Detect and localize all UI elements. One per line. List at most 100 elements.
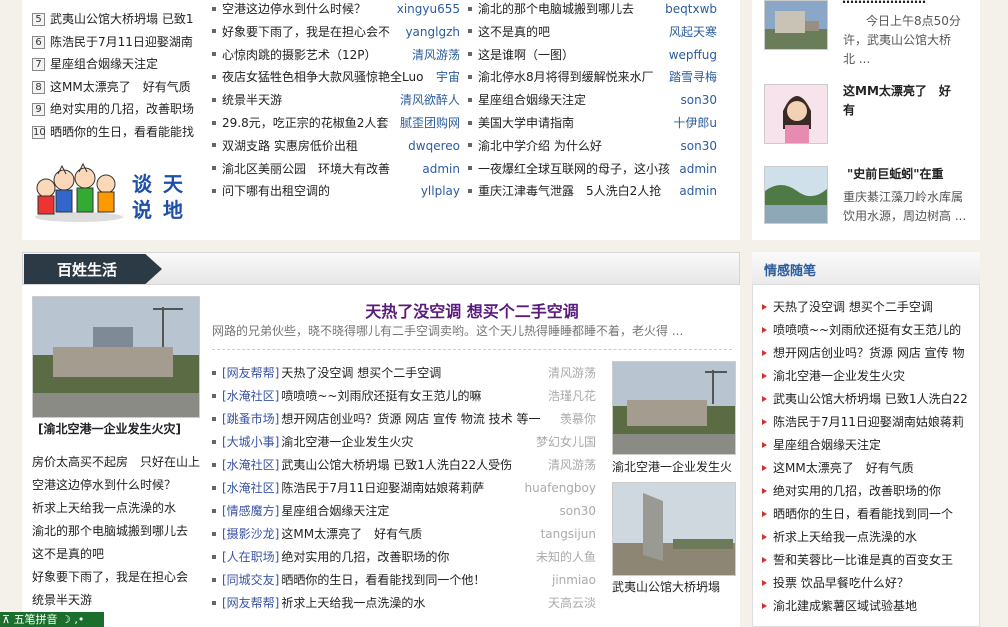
- left-list-item[interactable]: 渝北的那个电脑城搬到哪儿去: [32, 520, 204, 542]
- left-list-item[interactable]: 好象要下雨了，我是在担心会: [32, 566, 204, 588]
- topic-item[interactable]: [水淹社区] 喷喷喷~~刘雨欣还挺有女王范儿的嘛 浩瑾凡花: [212, 385, 596, 407]
- topic-user[interactable]: tangsijun: [534, 523, 596, 545]
- baixing-headline[interactable]: 天热了没空调 想买个二手空调: [212, 298, 732, 322]
- bridge-side-photo[interactable]: [612, 482, 736, 576]
- qinggan-item[interactable]: 祈求上天给我一点洗澡的水: [762, 526, 974, 548]
- forum-item[interactable]: 渝北中学介绍 为什么好 son30: [468, 135, 717, 157]
- topic-category[interactable]: [网友帮帮]: [222, 596, 279, 610]
- qinggan-item[interactable]: 这MM太漂亮了 好有气质: [762, 457, 974, 479]
- bridge-thumb[interactable]: [764, 0, 828, 50]
- forum-item-user[interactable]: 十伊郎u: [673, 112, 717, 134]
- qinggan-item[interactable]: 天热了没空调 想买个二手空调: [762, 296, 974, 318]
- topic-user[interactable]: 羡慕你: [553, 408, 596, 430]
- topic-item[interactable]: [情感魔方] 星座组合姻缘天注定 son30: [212, 500, 596, 522]
- forum-item-user[interactable]: admin: [422, 158, 460, 180]
- topic-user[interactable]: 天高云淡: [541, 592, 596, 614]
- left-list-item[interactable]: 房价太高买不起房 只好在山上: [32, 451, 204, 473]
- forum-item[interactable]: 统景半天游 清风欲醉人: [212, 89, 460, 111]
- topic-category[interactable]: [人在职场]: [222, 550, 279, 564]
- forum-item-user[interactable]: admin: [679, 180, 717, 202]
- girl-thumb[interactable]: [764, 84, 828, 144]
- qinggan-item[interactable]: 喷喷喷~~刘雨欣还挺有女王范儿的: [762, 319, 974, 341]
- earthworm-title[interactable]: "史前巨蚯蚓"在重: [847, 165, 944, 182]
- qinggan-item[interactable]: 投票 饮品早餐吃什么好？: [762, 572, 974, 594]
- forum-item[interactable]: 心惊肉跳的摄影艺术（12P） 清风游荡: [212, 44, 460, 66]
- forum-item[interactable]: 这不是真的吧 风起天寒: [468, 21, 717, 43]
- topic-user[interactable]: jinmiao: [546, 569, 596, 591]
- forum-item-user[interactable]: 清风游荡: [412, 44, 460, 66]
- fire-feature-photo[interactable]: [32, 296, 200, 418]
- forum-item-user[interactable]: beqtxwb: [665, 0, 717, 20]
- topic-user[interactable]: 清风游荡: [541, 362, 596, 384]
- rank-item[interactable]: 5 武夷山公馆大桥坍塌 已致1: [32, 8, 202, 30]
- rank-item[interactable]: 8 这MM太漂亮了 好有气质: [32, 76, 202, 98]
- qinggan-item[interactable]: 陈浩民于7月11日迎娶湖南姑娘蒋莉: [762, 411, 974, 433]
- rank-item[interactable]: 7 星座组合姻缘天注定: [32, 53, 202, 75]
- fire-side-caption[interactable]: 渝北空港一企业发生火: [612, 458, 732, 475]
- forum-item-user[interactable]: yllplay: [421, 180, 460, 202]
- bridge-side-caption[interactable]: 武夷山公馆大桥坍塌: [612, 578, 720, 595]
- qinggan-item[interactable]: 晒晒你的生日，看看能找到同一个: [762, 503, 974, 525]
- topic-item[interactable]: [跳蚤市场] 想开网店创业吗？货源 网店 宣传 物流 技术 等一 羡慕你: [212, 408, 596, 430]
- topic-item[interactable]: [水淹社区] 陈浩民于7月11日迎娶湖南姑娘蒋莉萨 huafengboy: [212, 477, 596, 499]
- qinggan-item[interactable]: 星座组合姻缘天注定: [762, 434, 974, 456]
- topic-category[interactable]: [网友帮帮]: [222, 366, 279, 380]
- forum-item[interactable]: 重庆江津毒气泄露 5人洗白2人抢 admin: [468, 180, 717, 202]
- forum-item[interactable]: 双湖支路 实惠房低价出租 dwqereo: [212, 135, 460, 157]
- rank-item[interactable]: 9 绝对实用的几招，改善职场: [32, 98, 202, 120]
- girl-title[interactable]: 这MM太漂亮了 好: [843, 82, 951, 99]
- girl-title-2[interactable]: 有: [843, 101, 855, 118]
- topic-item[interactable]: [大城小事] 渝北空港一企业发生火灾 梦幻女儿国: [212, 431, 596, 453]
- forum-item-user[interactable]: yanglgzh: [405, 21, 460, 43]
- topic-category[interactable]: [水淹社区]: [222, 458, 279, 472]
- rank-item[interactable]: 6 陈浩民于7月11日迎娶湖南: [32, 31, 202, 53]
- forum-item[interactable]: 星座组合姻缘天注定 son30: [468, 89, 717, 111]
- forum-item-user[interactable]: 风起天寒: [669, 21, 717, 43]
- forum-item[interactable]: 29.8元，吃正宗的花椒鱼2人套 腻歪团购网: [212, 112, 460, 134]
- forum-item[interactable]: 夜店女猛牲色相争大款风骚惊艳全Luo 宇宙: [212, 66, 460, 88]
- qinggan-item[interactable]: 武夷山公馆大桥坍塌 已致1人洗白22: [762, 388, 974, 410]
- forum-item[interactable]: 一夜爆红全球互联网的母子，这小孩 admin: [468, 158, 717, 180]
- forum-item-user[interactable]: admin: [679, 158, 717, 180]
- fire-feature-caption[interactable]: [渝北空港一企业发生火灾]: [38, 420, 181, 437]
- topic-user[interactable]: 浩瑾凡花: [541, 385, 596, 407]
- forum-item[interactable]: 问下哪有出租空调的 yllplay: [212, 180, 460, 202]
- rank-item[interactable]: 10 晒晒你的生日，看看能能找: [32, 121, 202, 143]
- forum-item[interactable]: 渝北停水8月将得到缓解悦来水厂 踏雪寻梅: [468, 66, 717, 88]
- forum-item[interactable]: 渝北区美丽公园 环境大有改善 admin: [212, 158, 460, 180]
- fire-side-photo[interactable]: [612, 361, 736, 455]
- topic-user[interactable]: son30: [553, 500, 596, 522]
- forum-item-user[interactable]: 踏雪寻梅: [669, 66, 717, 88]
- topic-item[interactable]: [网友帮帮] 天热了没空调 想买个二手空调 清风游荡: [212, 362, 596, 384]
- left-list-item[interactable]: 祈求上天给我一点洗澡的水: [32, 497, 204, 519]
- forum-item[interactable]: 空港这边停水到什么时候？ xingyu655: [212, 0, 460, 20]
- qinggan-item[interactable]: 誓和芙蓉比一比谁是真的百变女王: [762, 549, 974, 571]
- left-list-item[interactable]: 这不是真的吧: [32, 543, 204, 565]
- forum-item-user[interactable]: son30: [681, 89, 717, 111]
- forum-item-user[interactable]: dwqereo: [408, 135, 460, 157]
- qinggan-item[interactable]: 想开网店创业吗？货源 网店 宣传 物: [762, 342, 974, 364]
- topic-user[interactable]: 梦幻女儿国: [529, 431, 596, 453]
- qinggan-item[interactable]: 渝北建成紫薯区域试验基地: [762, 595, 974, 617]
- topic-category[interactable]: [水淹社区]: [222, 481, 279, 495]
- topic-category[interactable]: [情感魔方]: [222, 504, 279, 518]
- topic-item[interactable]: [网友帮帮] 祈求上天给我一点洗澡的水 天高云淡: [212, 592, 596, 614]
- topic-user[interactable]: 清风游荡: [541, 454, 596, 476]
- forum-item[interactable]: 渝北的那个电脑城搬到哪儿去 beqtxwb: [468, 0, 717, 20]
- forum-item-user[interactable]: 清风欲醉人: [400, 89, 460, 111]
- left-list-item[interactable]: 统景半天游: [32, 589, 204, 611]
- topic-category[interactable]: [水淹社区]: [222, 389, 279, 403]
- topic-category[interactable]: [摄影沙龙]: [222, 527, 279, 541]
- forum-item-user[interactable]: 腻歪团购网: [400, 112, 460, 134]
- topic-item[interactable]: [水淹社区] 武夷山公馆大桥坍塌 已致1人洗白22人受伤 清风游荡: [212, 454, 596, 476]
- forum-item[interactable]: 好象要下雨了，我是在担心会不 yanglgzh: [212, 21, 460, 43]
- baixing-tab[interactable]: 百姓生活: [24, 254, 162, 284]
- qinggan-item[interactable]: 绝对实用的几招，改善职场的你: [762, 480, 974, 502]
- left-list-item[interactable]: 空港这边停水到什么时候？: [32, 474, 204, 496]
- topic-item[interactable]: [人在职场] 绝对实用的几招，改善职场的你 未知的人鱼: [212, 546, 596, 568]
- forum-item-user[interactable]: xingyu655: [397, 0, 460, 20]
- reservoir-thumb[interactable]: [764, 166, 828, 224]
- forum-item[interactable]: 这是谁啊（一图） wepffug: [468, 44, 717, 66]
- forum-item-user[interactable]: wepffug: [669, 44, 717, 66]
- topic-item[interactable]: [摄影沙龙] 这MM太漂亮了 好有气质 tangsijun: [212, 523, 596, 545]
